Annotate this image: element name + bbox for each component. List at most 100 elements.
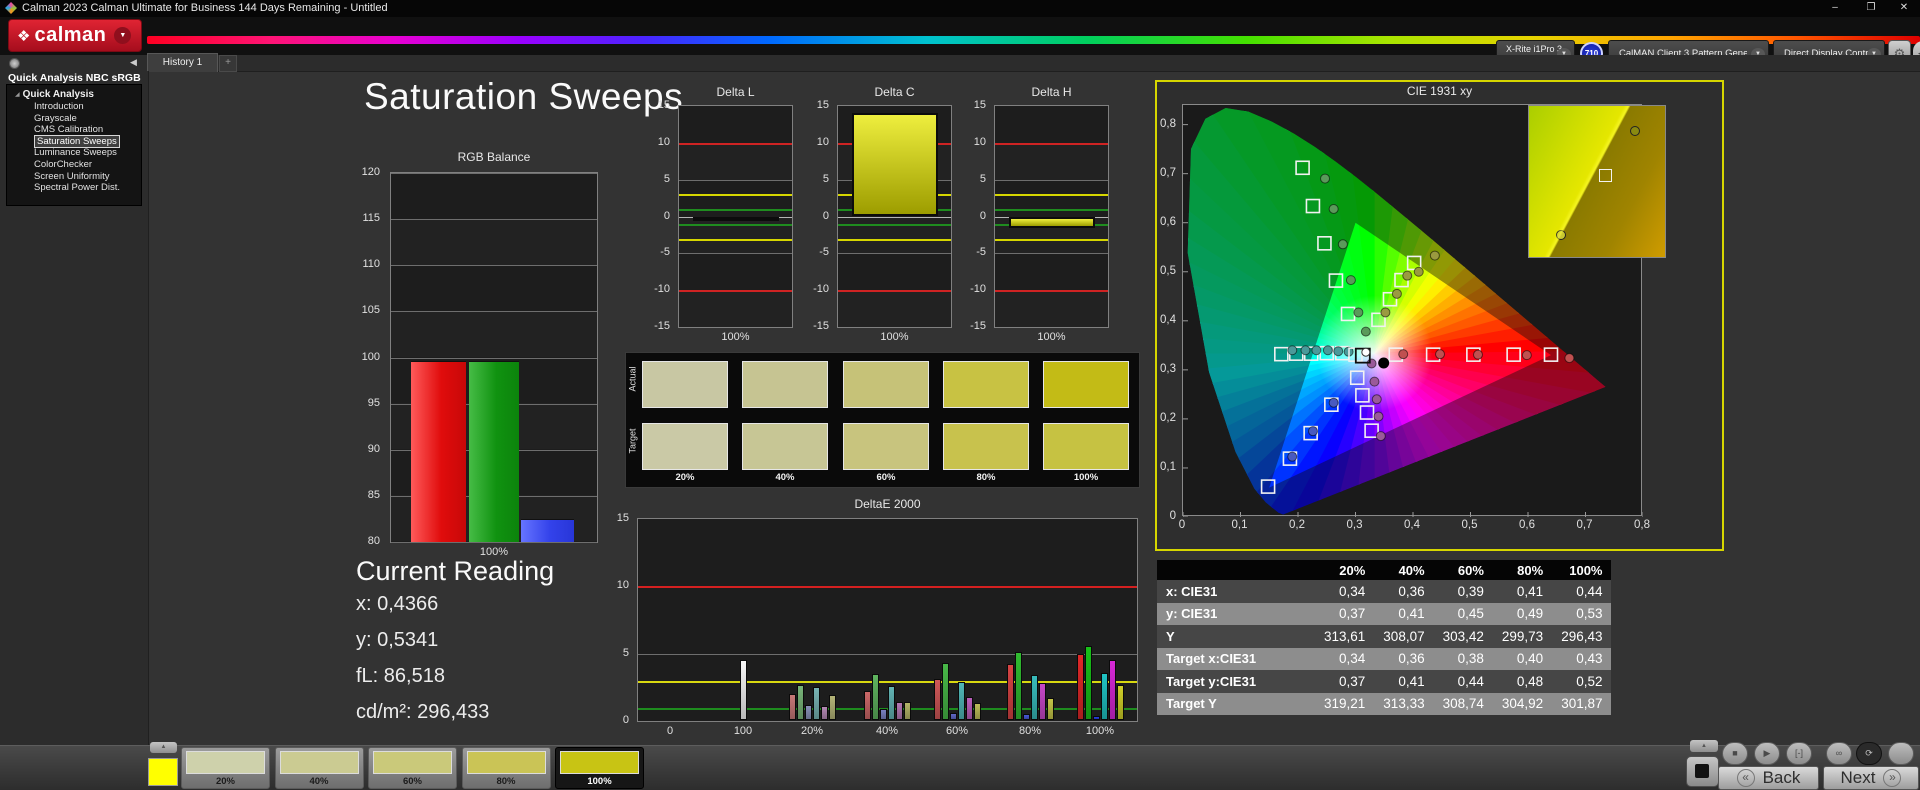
gridline [391,265,597,266]
collapse-sidebar-icon[interactable]: ◀ [130,57,137,68]
sidebar-item-grayscale[interactable]: Grayscale [34,113,141,125]
actual-swatch-60% [843,361,929,408]
pattern-swatch-strip: 20%40%60%80%100% [181,747,656,790]
deltae-bar [896,702,903,720]
table-col-header: 60% [1434,560,1493,580]
single-measure-icon[interactable]: [-] [1786,742,1812,765]
sidebar-item-luminance-sweeps[interactable]: Luminance Sweeps [34,147,141,159]
sidebar-item-saturation-sweeps[interactable]: Saturation Sweeps [34,136,141,148]
transport-chevron-up-icon[interactable]: ▲ [1690,740,1718,752]
deltae-bar [797,685,804,720]
limit-line [638,586,1137,588]
y-tick-label: -5 [803,246,829,258]
y-tick-label: 0,2 [1160,412,1176,424]
delta-h-title: Delta H [994,85,1109,99]
back-button[interactable]: « Back [1718,766,1819,790]
table-row: x: CIE310,340,360,390,410,44 [1157,580,1611,603]
meter-name: X-Rite i1Pro 3 [1506,44,1562,54]
maximize-button[interactable]: ❐ [1856,0,1886,16]
limit-line-red [679,143,792,145]
x-tick-label: 0,1 [1225,519,1255,531]
deltae-bar [950,713,957,720]
pattern-panel-chevron-up-icon[interactable]: ▲ [150,742,177,753]
app-icon [5,2,17,14]
pattern-button-20%[interactable]: 20% [181,747,270,789]
reading-cdm2: cd/m²: 296,433 [356,701,554,724]
col-label-40: 40% [742,472,828,483]
back-chevron-icon: « [1737,769,1755,787]
current-reading: Current Reading x: 0,4366 y: 0,5341 fL: … [356,556,554,737]
gridline [638,654,1137,655]
delta-h-chart [994,105,1109,328]
next-chevron-icon: » [1883,769,1901,787]
pattern-button-40%[interactable]: 40% [275,747,364,789]
stop-icon[interactable]: ■ [1722,742,1748,765]
limit-line [638,681,1137,683]
pattern-button-100%[interactable]: 100% [555,747,644,789]
limit-line-yellow [679,194,792,196]
record-dot-icon[interactable] [9,58,20,69]
y-tick-label: 95 [346,397,380,409]
deltae-bar [1085,646,1092,720]
workflow-title: Quick Analysis NBC sRGB [8,72,148,84]
tree-expanded-icon: ◢ [15,92,20,98]
rgb-bar-red [411,361,466,542]
limit-line-yellow [679,239,792,241]
calman-logo-menu[interactable]: ❖ calman ▼ [8,19,142,52]
tab-history-1[interactable]: History 1 [147,53,218,72]
play-icon[interactable]: ▶ [1754,742,1780,765]
x-tick-label: 0,8 [1627,519,1657,531]
next-button[interactable]: Next » [1823,766,1919,790]
y-tick-label: -5 [960,246,986,258]
gridline [995,253,1108,254]
stop-square-icon [1695,764,1709,778]
limit-line-yellow [995,239,1108,241]
logo-dropdown-icon[interactable]: ▼ [114,27,131,44]
deltae-bar [1023,714,1030,720]
bottom-bar: ▲ 20%40%60%80%100% ▲ ■ ▶ [-] ∞ ⟳ « Back … [0,745,1920,790]
loop-measure-icon[interactable]: ⟳ [1856,742,1882,765]
sidebar-item-screen-uniformity[interactable]: Screen Uniformity [34,171,141,183]
pattern-button-80%[interactable]: 80% [462,747,551,789]
sidebar-item-introduction[interactable]: Introduction [34,101,141,113]
deltae-bar [1093,716,1100,720]
y-tick-label: 120 [346,166,380,178]
close-button[interactable]: ✕ [1890,0,1918,16]
y-tick-label: 15 [603,512,629,524]
target-swatch-100% [1043,423,1129,470]
y-tick-label: 5 [603,647,629,659]
cie-zoom-inset [1528,105,1666,258]
x-tick-label: 0,6 [1512,519,1542,531]
gridline [391,219,597,220]
y-tick-label: 0 [960,210,986,222]
target-swatch-40% [742,423,828,470]
pattern-button-60%[interactable]: 60% [368,747,457,789]
deltae-bar [934,679,941,720]
tree-root[interactable]: ◢Quick Analysis [15,89,141,100]
calman-app: Calman 2023 Calman Ultimate for Business… [0,0,1920,790]
add-tab-button[interactable]: + [219,55,237,72]
actual-swatch-100% [1043,361,1129,408]
deltae-chart [637,518,1138,722]
y-tick-label: -10 [960,283,986,295]
delta-bar [1009,217,1095,228]
blank-indicator-icon[interactable] [1888,742,1914,765]
stop-measure-button[interactable] [1686,756,1719,787]
rgb-bar-blue [521,519,574,542]
sidebar-item-spectral-power-dist[interactable]: Spectral Power Dist. [34,182,141,194]
x-tick-label: 0,3 [1340,519,1370,531]
minimize-button[interactable]: – [1820,0,1850,16]
continuous-measure-icon[interactable]: ∞ [1826,742,1852,765]
y-tick-label: 10 [644,136,670,148]
delta-bar [852,113,938,216]
reading-fl: fL: 86,518 [356,665,554,688]
sidebar-item-colorchecker[interactable]: ColorChecker [34,159,141,171]
workflow-tree: ◢Quick Analysis Introduction Grayscale C… [6,84,142,206]
gridline [391,542,597,543]
rgb-balance-title: RGB Balance [390,150,598,164]
deltae-bar [805,705,812,720]
pattern-preview-swatch[interactable] [148,758,178,786]
sidebar: Quick Analysis NBC sRGB ◢Quick Analysis … [0,71,149,745]
delta-c-chart [837,105,952,328]
deltae-bar [1101,673,1108,720]
